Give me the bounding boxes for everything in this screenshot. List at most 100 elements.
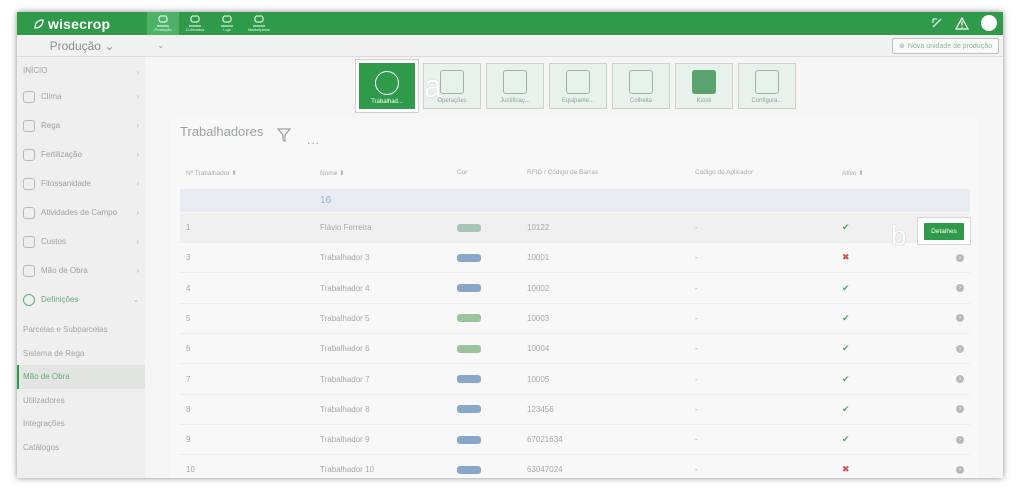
sidebar-item-6[interactable]: Mão de Obra › bbox=[17, 256, 145, 285]
kiosk-grid-icon bbox=[692, 70, 716, 94]
chevron-right-icon: › bbox=[136, 150, 139, 159]
color-swatch bbox=[457, 223, 481, 232]
tile-label: Configura... bbox=[751, 98, 783, 104]
worker-rfid: 10002 bbox=[527, 283, 550, 293]
details-button[interactable]: Detalhes bbox=[924, 222, 964, 240]
tile-worker-hat[interactable]: Trabalhad... bbox=[356, 60, 418, 112]
sidebar-link-1[interactable]: Sistema de Rega bbox=[17, 342, 145, 366]
tile-harvest[interactable]: Colheita bbox=[612, 63, 670, 109]
sidebar-item-2[interactable]: Fertilização › bbox=[17, 140, 145, 169]
chevron-right-icon: › bbox=[136, 208, 139, 217]
tile-kiosk-grid[interactable]: Kiosk bbox=[675, 63, 733, 109]
table-row[interactable]: 9 Trabalhador 9 67021634 - ✔ › bbox=[180, 425, 970, 456]
chevron-right-circle-icon[interactable]: › bbox=[956, 405, 964, 414]
topnav-item-3[interactable]: Marketplace bbox=[243, 12, 275, 35]
sidebar-link-4[interactable]: Integrações bbox=[17, 412, 145, 436]
worker-number: 6 bbox=[186, 344, 191, 354]
sidebar-item-0[interactable]: Clima › bbox=[17, 82, 145, 111]
sidebar-link-0[interactable]: Parcelas e Subparcelas bbox=[17, 318, 145, 342]
column-header[interactable]: Nº Trabalhador ⬍ bbox=[180, 169, 320, 183]
avatar[interactable] bbox=[981, 15, 997, 31]
sidebar-item-home[interactable]: INÍCIO › bbox=[17, 58, 145, 82]
store-icon bbox=[221, 15, 233, 27]
check-icon: ✔ bbox=[842, 282, 850, 293]
sidebar-item-1[interactable]: Rega › bbox=[17, 111, 145, 140]
check-icon: ✔ bbox=[842, 403, 850, 414]
chevron-right-icon: › bbox=[136, 237, 139, 246]
harvest-icon bbox=[629, 70, 653, 94]
chevron-right-circle-icon[interactable]: › bbox=[956, 284, 964, 293]
chevron-right-icon: › bbox=[136, 121, 139, 130]
chevron-right-circle-icon[interactable]: › bbox=[956, 465, 964, 474]
worker-rfid: 63047024 bbox=[527, 465, 563, 475]
worker-rfid: 10003 bbox=[527, 313, 550, 323]
details-button-frame: Detalhes bbox=[918, 218, 970, 244]
topnav-item-0[interactable]: Produção bbox=[147, 12, 179, 35]
table-row[interactable]: 6 Trabalhador 6 10004 - ✔ › bbox=[180, 334, 970, 365]
sidebar-item-5[interactable]: Custos › bbox=[17, 227, 145, 256]
new-production-unit-button[interactable]: ⊕ Nova unidade de produção bbox=[892, 38, 999, 54]
filter-icon[interactable] bbox=[277, 128, 291, 142]
sidebar-item-3[interactable]: Fitossanidade › bbox=[17, 169, 145, 198]
sidebar-item-label: Mão de Obra bbox=[41, 266, 88, 275]
topnav-label: Loja bbox=[223, 27, 231, 32]
table-header: Nº Trabalhador ⬍ Nome ⬍ Cor RFID / Código d… bbox=[180, 169, 970, 183]
column-header[interactable]: Nome ⬍ bbox=[320, 169, 457, 183]
table-row[interactable]: 7 Trabalhador 7 10005 - ✔ › bbox=[180, 365, 970, 395]
worker-number: 8 bbox=[186, 404, 191, 414]
tile-tractor[interactable]: Equipame... bbox=[549, 63, 607, 109]
more-options-button[interactable]: ... bbox=[307, 133, 320, 147]
table-row[interactable]: 8 Trabalhador 8 123456 - ✔ › bbox=[180, 395, 970, 425]
table-row[interactable]: 1 Flávio Ferreira 10122- ✔ bbox=[180, 213, 970, 243]
topnav-item-2[interactable]: Loja bbox=[211, 12, 243, 35]
sidebar-item-4[interactable]: Atividades de Campo › bbox=[17, 198, 145, 227]
tools-icon bbox=[755, 70, 779, 94]
worker-color-cell bbox=[457, 435, 527, 444]
chevron-down-icon: ⌄ bbox=[104, 38, 115, 53]
column-header[interactable]: Código do Aplicador bbox=[695, 169, 842, 183]
column-header[interactable]: Cor bbox=[457, 169, 527, 183]
sidebar-item-icon bbox=[23, 235, 35, 248]
column-header[interactable]: RFID / Código de Barras bbox=[527, 169, 695, 183]
worker-color-cell bbox=[457, 465, 527, 474]
chevron-right-circle-icon[interactable]: › bbox=[956, 344, 964, 353]
sidebar-link-2[interactable]: Mão de Obra bbox=[17, 365, 145, 389]
production-selector[interactable]: Produção ⌄ bbox=[17, 39, 147, 53]
sidebar-item-label: Rega bbox=[41, 121, 61, 130]
worker-number: 10 bbox=[186, 465, 195, 475]
worker-name: Trabalhador 10 bbox=[320, 465, 374, 475]
table-row[interactable]: 3 Trabalhador 3 10001 - ✖ › bbox=[180, 243, 970, 274]
column-header[interactable]: Ativo ⬍ bbox=[842, 169, 914, 183]
worker-applicator-code: - bbox=[695, 223, 698, 232]
marketplace-icon bbox=[253, 15, 265, 27]
chevron-right-circle-icon[interactable]: › bbox=[956, 375, 964, 383]
check-icon: ✔ bbox=[842, 434, 850, 445]
table-row[interactable]: 4 Trabalhador 4 10002 - ✔ › bbox=[180, 274, 970, 304]
chevron-right-circle-icon[interactable]: › bbox=[956, 435, 964, 444]
warning-icon[interactable] bbox=[955, 16, 969, 30]
collapse-icon[interactable] bbox=[931, 17, 943, 29]
worker-rfid: 10122 bbox=[527, 223, 550, 232]
chevron-right-circle-icon[interactable]: › bbox=[956, 253, 964, 262]
brand-logo[interactable]: wisecrop bbox=[17, 16, 147, 32]
topnav-item-1[interactable]: Cultivados bbox=[179, 12, 211, 35]
tile-document-check[interactable]: Justificaç... bbox=[486, 63, 544, 109]
color-swatch bbox=[457, 435, 481, 444]
sidebar-item-label: Clima bbox=[41, 92, 62, 101]
color-swatch bbox=[457, 375, 481, 383]
color-swatch bbox=[457, 405, 481, 414]
chevron-right-circle-icon[interactable]: › bbox=[956, 314, 964, 323]
check-icon: ✔ bbox=[842, 343, 850, 354]
table-row[interactable]: 5 Trabalhador 5 10003 - ✔ › bbox=[180, 304, 970, 334]
list-icon bbox=[440, 70, 464, 94]
worker-applicator-code: - bbox=[695, 435, 698, 445]
callout-b: b bbox=[891, 220, 907, 251]
sidebar-link-3[interactable]: Utilizadores bbox=[17, 389, 145, 413]
chevron-down-icon[interactable]: ⌄ bbox=[157, 40, 165, 51]
sidebar-link-5[interactable]: Catálogos bbox=[17, 436, 145, 460]
table-row[interactable]: 10 Trabalhador 10 63047024 - ✖ › bbox=[180, 455, 970, 478]
sidebar-home-label: INÍCIO bbox=[23, 65, 48, 75]
tile-tools[interactable]: Configura... bbox=[738, 63, 796, 109]
worker-color-cell bbox=[457, 344, 527, 353]
sidebar-item-definitions[interactable]: Definições ⌄ bbox=[17, 285, 145, 314]
